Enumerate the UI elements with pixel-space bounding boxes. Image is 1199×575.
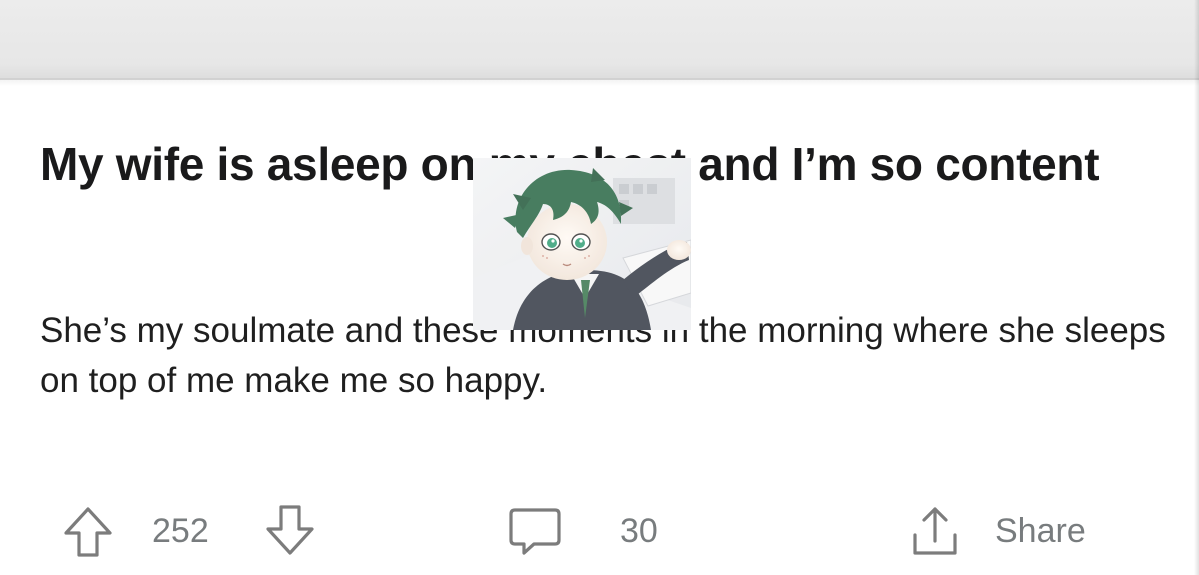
downvote-button[interactable] (262, 500, 318, 562)
share-tray-icon (905, 501, 965, 561)
arrow-up-outline-icon (60, 503, 116, 559)
header-shadow (0, 78, 1199, 86)
post-action-bar: 252 30 Share (0, 500, 1199, 562)
arrow-down-outline-icon (262, 503, 318, 559)
share-button[interactable]: Share (905, 500, 1086, 562)
vote-count-label: 252 (152, 511, 209, 550)
post-screenshot: My wife is asleep on my chest and I’m so… (0, 0, 1199, 575)
upvote-button[interactable] (60, 500, 116, 562)
anime-character-image (473, 158, 691, 330)
comment-count: 30 (620, 511, 658, 550)
vote-count: 252 (152, 500, 209, 562)
share-label: Share (995, 511, 1086, 550)
header-bar (0, 0, 1199, 80)
right-edge-shadow (1194, 0, 1199, 575)
speech-bubble-icon (506, 502, 564, 560)
comments-button[interactable]: 30 (506, 500, 658, 562)
